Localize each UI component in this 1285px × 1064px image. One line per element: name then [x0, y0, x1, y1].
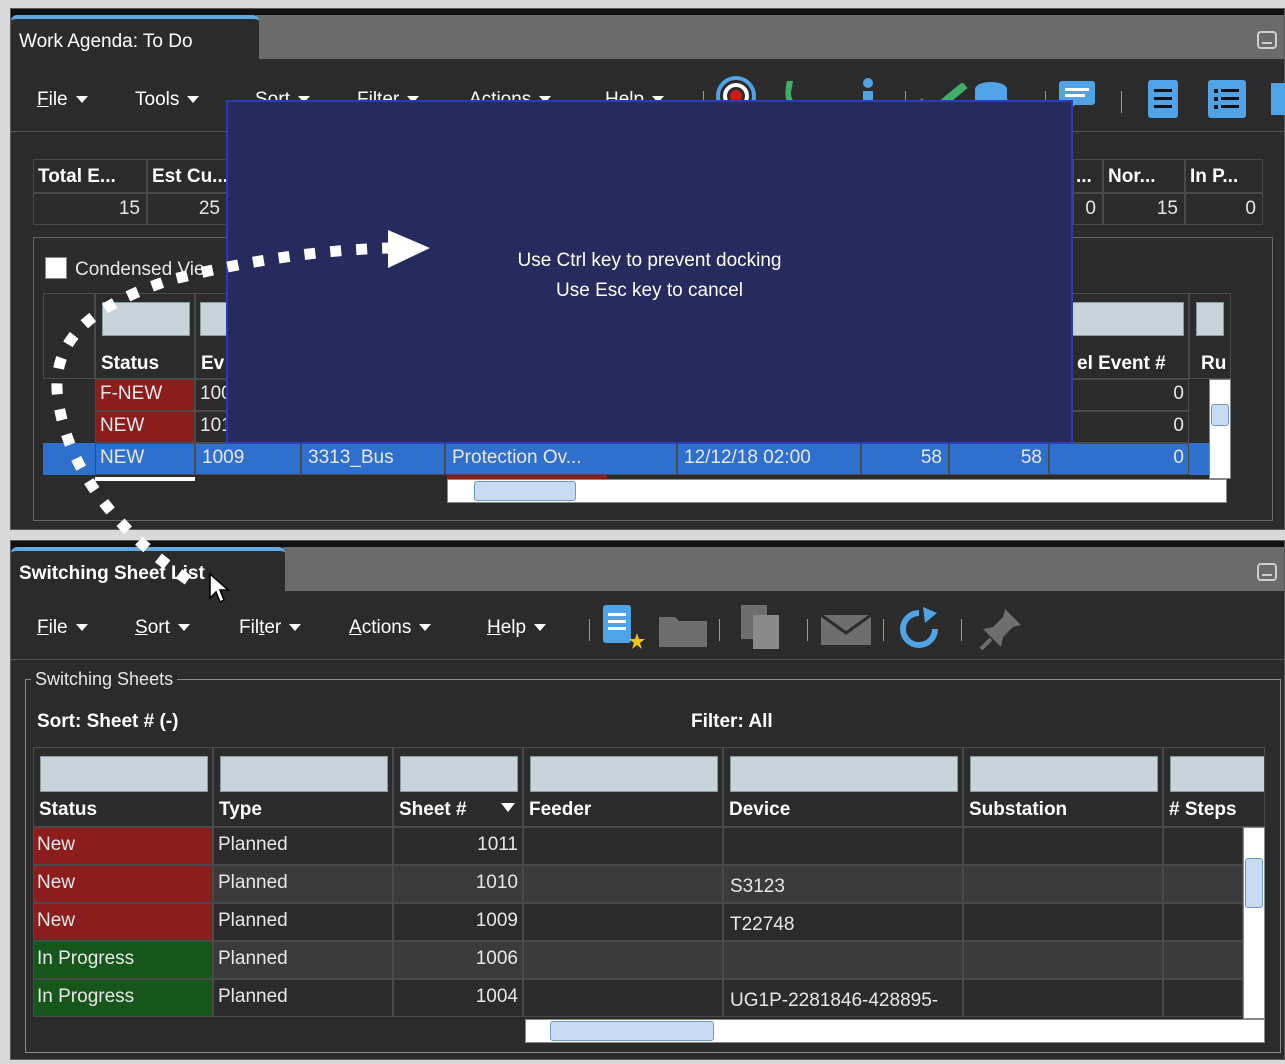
drag-path-arrow: [51, 230, 430, 585]
mouse-pointer-icon: [209, 572, 230, 604]
